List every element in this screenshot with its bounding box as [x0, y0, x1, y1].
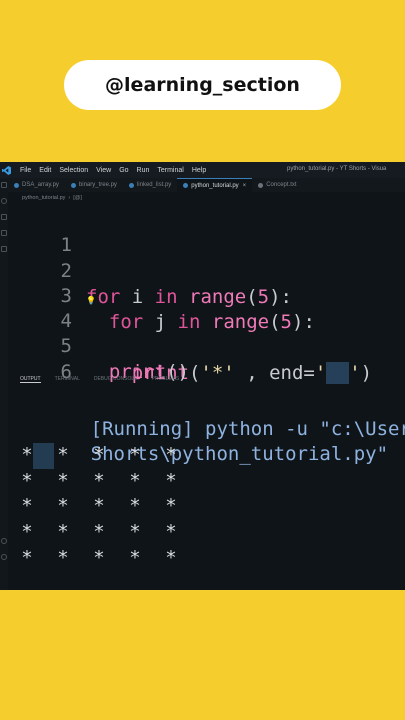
channel-handle-banner: @learning_section [64, 60, 341, 110]
star-char: * [165, 444, 177, 466]
star-char: * [165, 547, 177, 569]
star-char: * [21, 495, 33, 517]
output-panel[interactable]: [Running] python -u "c:\Users\kus Shorts… [0, 390, 405, 590]
menu-selection[interactable]: Selection [59, 167, 88, 174]
tab-binary-tree[interactable]: binary_tree.py [65, 178, 123, 192]
output-row: * * * * * [20, 545, 220, 571]
star-char: * [93, 547, 105, 569]
star-char: * [165, 521, 177, 543]
window-title: python_tutorial.py - YT Shorts - Visua [287, 166, 387, 172]
menu-file[interactable]: File [20, 167, 31, 174]
tab-label: python_tutorial.py [191, 182, 239, 189]
tab-concept[interactable]: Concept.txt [252, 178, 302, 192]
star-char: * [165, 495, 177, 517]
tab-label: Concept.txt [266, 182, 297, 188]
menu-go[interactable]: Go [119, 167, 128, 174]
code-token: ' [314, 362, 327, 384]
output-row: * * * * * [20, 519, 220, 545]
vscode-window: File Edit Selection View Go Run Terminal… [0, 162, 405, 590]
tab-debug-console[interactable]: DEBUG CONSOLE [94, 376, 138, 383]
breadcrumb: python_tutorial.py › [@] [22, 193, 82, 203]
tab-python-tutorial[interactable]: python_tutorial.py × [177, 178, 253, 192]
star-char: * [57, 521, 69, 543]
code-token: '*' [200, 362, 235, 384]
star-char: * [57, 547, 69, 569]
star-char: * [93, 470, 105, 492]
star-char: * [93, 495, 105, 517]
text-file-icon [258, 182, 264, 188]
code-line: 2 for i in range(5): [0, 232, 405, 308]
tab-linked-list[interactable]: linked_list.py [123, 178, 177, 192]
code-line: 5 print() [0, 307, 405, 383]
menu-run[interactable]: Run [137, 167, 150, 174]
code-line: 1 [0, 206, 405, 256]
star-char: * [129, 470, 141, 492]
output-row: * * * * * [20, 468, 220, 494]
python-file-icon [128, 182, 134, 188]
code-token: ) [360, 362, 373, 384]
menu-edit[interactable]: Edit [39, 167, 51, 174]
star-char: * [93, 521, 105, 543]
code-token: ' [349, 362, 361, 384]
code-token: , [234, 362, 270, 384]
star-char: * [129, 547, 141, 569]
tab-dsa-array[interactable]: DSA_array.py [8, 178, 65, 192]
star-char: * [57, 470, 69, 492]
python-file-icon [183, 183, 189, 188]
tab-terminal[interactable]: TERMINAL [55, 376, 80, 383]
code-line: 3 for j in range(5): [0, 257, 405, 333]
close-icon[interactable]: × [243, 183, 247, 189]
star-char: * [129, 444, 141, 466]
star-char: * [21, 521, 33, 543]
star-char: * [165, 470, 177, 492]
text-selection-highlight [33, 443, 54, 469]
code-line: 4 💡 print('*' , end=' ') [0, 282, 405, 384]
explorer-icon[interactable] [1, 182, 7, 188]
star-char: * [57, 444, 69, 466]
python-file-icon [14, 182, 19, 188]
menu-terminal[interactable]: Terminal [157, 167, 183, 174]
code-line: 6 [0, 333, 405, 383]
tab-output[interactable]: OUTPUT [20, 376, 41, 383]
breadcrumb-separator-icon: › [68, 195, 71, 201]
star-char: * [57, 495, 69, 517]
star-char: * [21, 547, 33, 569]
star-char: * [21, 444, 33, 466]
code-editor[interactable]: 1 2 for i in range(5): 3 for j in range(… [0, 204, 405, 384]
breadcrumb-file[interactable]: python_tutorial.py [22, 195, 65, 201]
breadcrumb-symbol[interactable]: [@] [73, 195, 82, 201]
tab-label: DSA_array.py [22, 182, 59, 188]
channel-handle: @learning_section [105, 74, 300, 96]
tab-problems[interactable]: PROBLEMS [151, 376, 179, 383]
star-char: * [93, 444, 105, 466]
editor-tab-bar: DSA_array.py binary_tree.py linked_list.… [8, 178, 405, 192]
tab-label: linked_list.py [136, 182, 172, 188]
code-token: end [269, 362, 304, 384]
panel-tabs: OUTPUT TERMINAL DEBUG CONSOLE PROBLEMS [20, 376, 193, 383]
code-token [326, 362, 350, 384]
star-char: * [129, 521, 141, 543]
menu-view[interactable]: View [96, 167, 111, 174]
menu-help[interactable]: Help [192, 167, 206, 174]
output-row: * * * * * [20, 493, 220, 519]
star-char: * [21, 470, 33, 492]
menu-bar: File Edit Selection View Go Run Terminal… [0, 162, 405, 178]
tab-label: binary_tree.py [78, 182, 117, 188]
vscode-logo-icon [2, 165, 14, 175]
code-token: = [303, 362, 315, 384]
star-char: * [129, 495, 141, 517]
python-file-icon [70, 182, 76, 188]
